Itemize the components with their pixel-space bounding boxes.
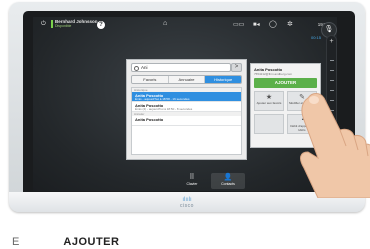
list-item[interactable]: Anita Poscotto	[132, 116, 241, 126]
status-bar: ⏻ Bernhard Johnsson Disponible ? ⌂ ▭▭ ■◂…	[33, 17, 337, 33]
user-status: Disponible	[55, 24, 72, 28]
contact-address: 7554212@firm.andberg.com	[254, 72, 293, 76]
mic-icon: 🎙	[324, 26, 334, 33]
pointing-hand-illustration	[300, 93, 370, 198]
list-item[interactable]: Anita Poscotto Émis - aujourd'hui à 18:5…	[132, 92, 241, 102]
search-input[interactable]: Ani	[131, 63, 231, 72]
keypad-icon: ⠿	[189, 174, 195, 181]
power-icon[interactable]: ⏻	[41, 21, 46, 28]
volume-up-icon[interactable]: +	[327, 38, 336, 45]
search-icon	[134, 65, 139, 71]
contacts-label: Contacts	[221, 182, 235, 186]
bottom-dock: ⠿ Clavier 👤 Contacts	[175, 173, 245, 189]
camera-icon[interactable]: ■◂	[253, 21, 260, 28]
tab-annuaire[interactable]: Annuaire	[168, 76, 206, 83]
keypad-label: Clavier	[186, 182, 198, 186]
settings-icon[interactable]: ✲	[287, 20, 293, 28]
layout-icon[interactable]: ▭▭	[233, 21, 244, 28]
search-query: Ani	[141, 65, 148, 70]
presence-indicator	[51, 20, 53, 30]
search-row: Ani >	[131, 63, 242, 72]
history-list: Historique Anita Poscotto Émis - aujourd…	[131, 87, 242, 155]
selfview-icon[interactable]: ◯	[269, 20, 277, 28]
help-icon[interactable]: ?	[97, 21, 105, 29]
user-info[interactable]: Bernhard Johnsson Disponible	[55, 19, 98, 28]
keypad-button[interactable]: ⠿ Clavier	[175, 173, 209, 189]
tab-bar: Favoris Annuaire Historique	[131, 75, 242, 84]
contacts-search-panel: Ani > Favoris Annuaire Historique Histor…	[126, 59, 247, 160]
tab-favoris[interactable]: Favoris	[132, 76, 169, 83]
contacts-icon: 👤	[223, 174, 233, 181]
home-icon[interactable]: ⌂	[163, 20, 167, 27]
contacts-button[interactable]: 👤 Contacts	[211, 173, 245, 189]
tab-historique[interactable]: Historique	[205, 76, 241, 83]
cisco-logo: ılıılı cisco	[180, 197, 194, 209]
call-timer: 00:15	[310, 35, 321, 40]
list-item[interactable]: Anita Poscotto Émis (2) - aujourd'hui à …	[132, 102, 241, 112]
search-go-button[interactable]: >	[231, 63, 242, 72]
caption: E AJOUTER	[12, 236, 120, 248]
